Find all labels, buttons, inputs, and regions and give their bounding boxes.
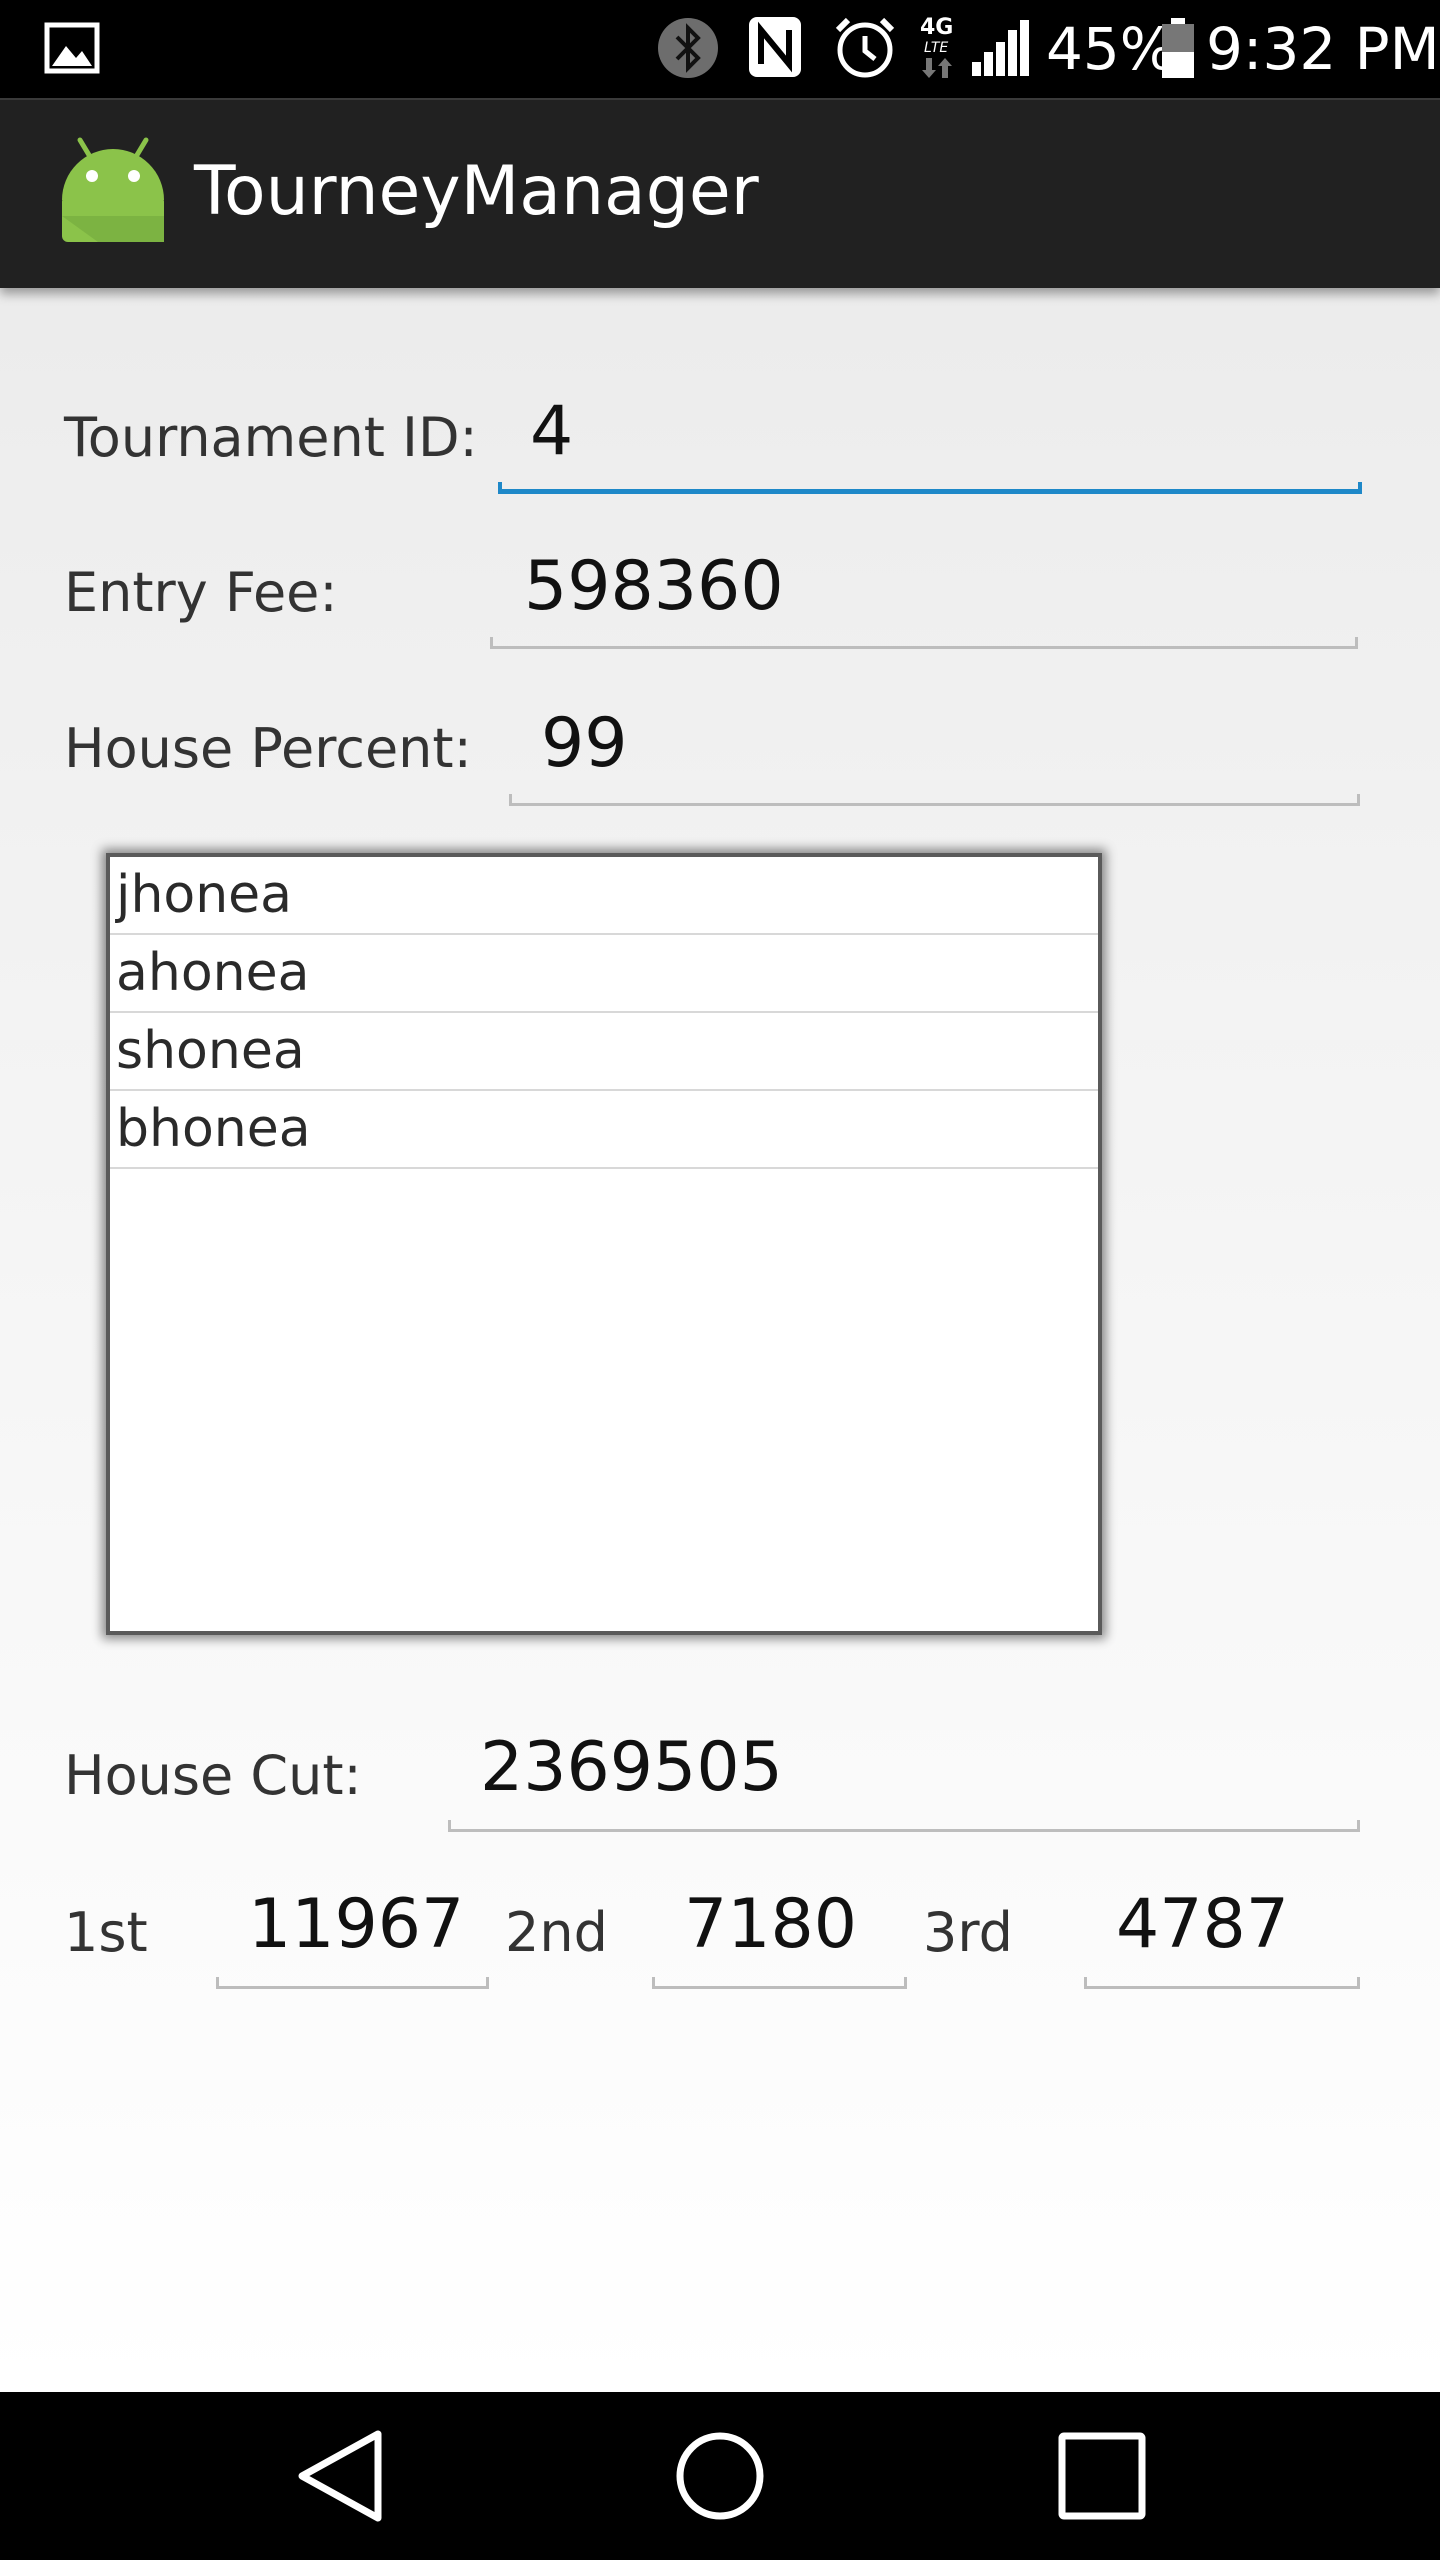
field-underline bbox=[1084, 1977, 1360, 1989]
first-place-field[interactable]: 11967 bbox=[216, 1885, 489, 1989]
entry-fee-label: Entry Fee: bbox=[64, 561, 338, 624]
field-underline bbox=[448, 1820, 1360, 1832]
house-percent-label: House Percent: bbox=[64, 717, 472, 780]
list-item[interactable]: bhonea bbox=[110, 1091, 1098, 1169]
nfc-icon bbox=[749, 17, 801, 77]
first-place-value: 11967 bbox=[248, 1885, 465, 1964]
android-icon bbox=[62, 137, 164, 242]
player-list[interactable]: jhonea ahonea shonea bhonea bbox=[106, 853, 1102, 1635]
house-cut-field[interactable]: 2369505 bbox=[448, 1728, 1360, 1832]
navigation-bar bbox=[0, 2392, 1440, 2560]
back-icon[interactable] bbox=[294, 2426, 388, 2526]
house-cut-label: House Cut: bbox=[64, 1744, 362, 1807]
entry-fee-field[interactable]: 598360 bbox=[490, 547, 1358, 649]
list-item[interactable]: ahonea bbox=[110, 935, 1098, 1013]
list-item[interactable]: shonea bbox=[110, 1013, 1098, 1091]
third-place-value: 4787 bbox=[1116, 1885, 1290, 1964]
bluetooth-icon bbox=[658, 18, 718, 78]
second-place-label: 2nd bbox=[505, 1901, 608, 1964]
action-bar: TourneyManager bbox=[0, 98, 1440, 288]
svg-text:4G: 4G bbox=[920, 15, 953, 40]
signal-icon bbox=[972, 20, 1029, 76]
field-underline bbox=[216, 1977, 489, 1989]
house-cut-value: 2369505 bbox=[480, 1728, 783, 1807]
tournament-id-label: Tournament ID: bbox=[64, 406, 478, 469]
status-bar: 4G LTE 45% 9:32 PM bbox=[0, 0, 1440, 98]
home-icon[interactable] bbox=[672, 2426, 768, 2526]
battery-icon bbox=[1162, 18, 1194, 78]
house-percent-value: 99 bbox=[541, 704, 628, 783]
second-place-field[interactable]: 7180 bbox=[652, 1885, 907, 1989]
field-underline bbox=[490, 637, 1358, 649]
first-place-label: 1st bbox=[64, 1901, 148, 1964]
gallery-icon bbox=[44, 22, 100, 74]
tournament-id-field[interactable]: 4 bbox=[498, 392, 1362, 494]
house-percent-field[interactable]: 99 bbox=[509, 702, 1360, 806]
clock: 9:32 PM bbox=[1206, 15, 1440, 83]
field-underline bbox=[498, 482, 1362, 494]
tournament-id-value: 4 bbox=[530, 392, 574, 471]
4g-lte-icon: 4G LTE bbox=[920, 15, 953, 78]
field-underline bbox=[652, 1977, 907, 1989]
third-place-label: 3rd bbox=[923, 1901, 1013, 1964]
second-place-value: 7180 bbox=[684, 1885, 858, 1964]
battery-percent: 45% bbox=[1046, 15, 1175, 83]
field-underline bbox=[509, 794, 1360, 806]
entry-fee-value: 598360 bbox=[524, 547, 784, 626]
recents-icon[interactable] bbox=[1056, 2426, 1148, 2526]
svg-text:LTE: LTE bbox=[924, 40, 948, 56]
third-place-field[interactable]: 4787 bbox=[1084, 1885, 1360, 1989]
app-title: TourneyManager bbox=[194, 152, 759, 231]
list-item[interactable]: jhonea bbox=[110, 857, 1098, 935]
alarm-icon bbox=[835, 17, 895, 78]
